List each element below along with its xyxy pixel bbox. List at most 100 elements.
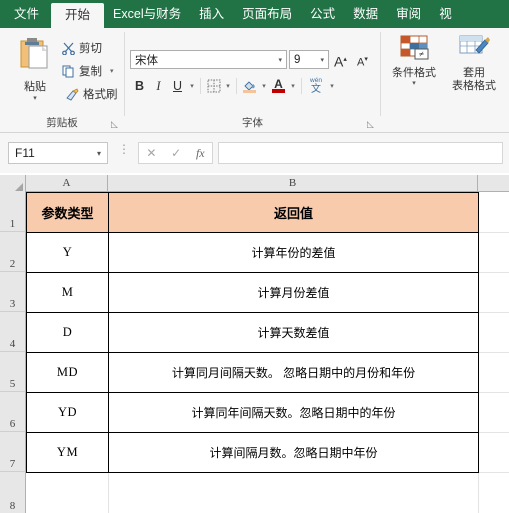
format-painter-button[interactable]: 格式刷 bbox=[66, 86, 118, 102]
ribbon-tabbar: 文件 开始 Excel与财务 插入 页面布局 公式 数据 审阅 视 bbox=[0, 0, 509, 28]
increase-font-size-label: A bbox=[334, 53, 344, 70]
underline-caret[interactable]: ▾ bbox=[187, 82, 197, 90]
conditional-formatting-icon: ≠ bbox=[400, 35, 429, 60]
ribbon-body: 粘贴 ▾ 剪切 复制 ▾ 格式刷 剪贴板 ◺ 宋体 ▾ 9 ▾ A▴ A▾ B … bbox=[0, 28, 509, 133]
format-separator-3 bbox=[301, 78, 302, 94]
phonetic-caret[interactable]: ▾ bbox=[327, 82, 337, 90]
column-header-a[interactable]: A bbox=[26, 175, 108, 192]
formula-bar-handle[interactable]: ⋮ bbox=[118, 143, 130, 155]
row-header-2[interactable]: 2 bbox=[0, 232, 26, 272]
clipboard-group-label: 剪贴板 bbox=[46, 117, 78, 129]
insert-function-icon[interactable]: fx bbox=[196, 146, 205, 161]
tab-insert[interactable]: 插入 bbox=[190, 0, 233, 28]
select-all-corner[interactable] bbox=[0, 175, 26, 192]
format-as-table-button[interactable]: 套用 表格格式 bbox=[445, 34, 503, 93]
copy-label: 复制 bbox=[79, 66, 102, 78]
cell-b7[interactable]: 计算间隔月数。忽略日期中年份 bbox=[108, 432, 479, 473]
row-header-7[interactable]: 7 bbox=[0, 432, 26, 472]
borders-caret[interactable]: ▾ bbox=[223, 82, 233, 90]
ribbon-group-styles: ≠ 条件格式 ▾ 套用 表格格式 bbox=[381, 28, 509, 132]
excel-window: 文件 开始 Excel与财务 插入 页面布局 公式 数据 审阅 视 粘贴 ▾ 剪… bbox=[0, 0, 509, 513]
column-header-c[interactable] bbox=[478, 175, 509, 192]
row-header-3[interactable]: 3 bbox=[0, 272, 26, 312]
font-format-row: B I U ▾ ▾ ▾ A ▾ wén 文 ▾ bbox=[130, 75, 337, 97]
cell-a1[interactable]: 参数类型 bbox=[26, 192, 109, 233]
copy-caret[interactable]: ▾ bbox=[110, 67, 114, 75]
formula-action-buttons: ✕ ✓ fx bbox=[138, 142, 213, 164]
bold-button[interactable]: B bbox=[130, 76, 149, 96]
cell-a3[interactable]: M bbox=[26, 272, 109, 313]
cell-b6[interactable]: 计算同年间隔天数。忽略日期中的年份 bbox=[108, 392, 479, 433]
row-header-5[interactable]: 5 bbox=[0, 352, 26, 392]
paste-caret[interactable]: ▾ bbox=[12, 95, 58, 102]
fill-color-caret[interactable]: ▾ bbox=[259, 82, 269, 90]
paintbrush-icon bbox=[66, 87, 79, 101]
cell-a8[interactable] bbox=[26, 472, 108, 513]
row-header-4[interactable]: 4 bbox=[0, 312, 26, 352]
paste-icon bbox=[20, 38, 48, 69]
font-color-caret[interactable]: ▾ bbox=[288, 82, 298, 90]
tab-excel-finance[interactable]: Excel与财务 bbox=[104, 0, 190, 28]
formula-input[interactable] bbox=[218, 142, 503, 164]
tab-view[interactable]: 视 bbox=[430, 0, 461, 28]
font-color-swatch bbox=[272, 89, 285, 93]
conditional-formatting-button[interactable]: ≠ 条件格式 ▾ bbox=[385, 34, 443, 88]
paste-label: 粘贴 bbox=[24, 81, 46, 93]
tab-review[interactable]: 审阅 bbox=[387, 0, 430, 28]
format-as-table-label-2: 表格格式 bbox=[452, 80, 496, 92]
ribbon-group-clipboard: 粘贴 ▾ 剪切 复制 ▾ 格式刷 剪贴板 ◺ bbox=[0, 28, 124, 132]
cut-button[interactable]: 剪切 bbox=[62, 40, 102, 56]
borders-icon bbox=[207, 79, 220, 93]
cell-a4[interactable]: D bbox=[26, 312, 109, 353]
cell-a5[interactable]: MD bbox=[26, 352, 109, 393]
clipboard-dialog-launcher[interactable]: ◺ bbox=[111, 120, 120, 129]
tab-file[interactable]: 文件 bbox=[0, 0, 51, 28]
font-size-value: 9 bbox=[294, 53, 301, 66]
underline-button[interactable]: U bbox=[168, 76, 187, 96]
borders-button[interactable] bbox=[204, 76, 223, 96]
cell-b3[interactable]: 计算月份差值 bbox=[108, 272, 479, 313]
copy-icon bbox=[62, 65, 74, 77]
svg-text:≠: ≠ bbox=[419, 49, 424, 59]
cell-b8[interactable] bbox=[108, 472, 478, 513]
conditional-formatting-caret[interactable]: ▾ bbox=[385, 80, 443, 88]
fill-color-swatch bbox=[243, 89, 256, 93]
font-dialog-launcher[interactable]: ◺ bbox=[367, 120, 376, 129]
column-header-b[interactable]: B bbox=[108, 175, 478, 192]
increase-font-size-button[interactable]: A▴ bbox=[334, 50, 347, 72]
row-header-1[interactable]: 1 bbox=[0, 192, 26, 232]
tab-home[interactable]: 开始 bbox=[51, 3, 105, 28]
copy-button[interactable]: 复制 ▾ bbox=[62, 63, 114, 79]
font-name-input[interactable]: 宋体 ▾ bbox=[130, 50, 287, 69]
name-box[interactable]: F11 ▾ bbox=[8, 142, 108, 164]
decrease-font-size-button[interactable]: A▾ bbox=[357, 50, 368, 73]
cell-b1[interactable]: 返回值 bbox=[108, 192, 479, 233]
tab-formulas[interactable]: 公式 bbox=[301, 0, 344, 28]
font-size-input[interactable]: 9 ▾ bbox=[289, 50, 329, 69]
phonetic-guide-button[interactable]: wén 文 bbox=[305, 76, 327, 96]
cell-a6[interactable]: YD bbox=[26, 392, 109, 433]
cell-a2[interactable]: Y bbox=[26, 232, 109, 273]
fill-color-button[interactable] bbox=[240, 76, 259, 96]
format-separator-1 bbox=[200, 78, 201, 94]
font-color-button[interactable]: A bbox=[269, 76, 288, 96]
cell-b2[interactable]: 计算年份的差值 bbox=[108, 232, 479, 273]
cell-a7[interactable]: YM bbox=[26, 432, 109, 473]
cancel-formula-icon[interactable]: ✕ bbox=[146, 146, 156, 160]
paste-button[interactable]: 粘贴 ▾ bbox=[12, 36, 58, 102]
italic-button[interactable]: I bbox=[149, 76, 168, 96]
tab-page-layout[interactable]: 页面布局 bbox=[233, 0, 301, 28]
cell-b4[interactable]: 计算天数差值 bbox=[108, 312, 479, 353]
row-header-8[interactable]: 8 bbox=[0, 472, 26, 513]
name-box-caret[interactable]: ▾ bbox=[97, 149, 101, 158]
confirm-formula-icon[interactable]: ✓ bbox=[171, 146, 181, 160]
font-name-caret[interactable]: ▾ bbox=[278, 56, 282, 64]
format-as-table-label-1: 套用 bbox=[463, 67, 485, 79]
cell-b5[interactable]: 计算同月间隔天数。 忽略日期中的月份和年份 bbox=[108, 352, 479, 393]
phonetic-top-label: wén bbox=[310, 77, 322, 84]
cut-label: 剪切 bbox=[79, 43, 102, 55]
ribbon-group-font: 宋体 ▾ 9 ▾ A▴ A▾ B I U ▾ ▾ ▾ A ▾ wén 文 ▾ 字… bbox=[125, 28, 380, 132]
font-size-caret[interactable]: ▾ bbox=[320, 56, 324, 64]
tab-data[interactable]: 数据 bbox=[344, 0, 387, 28]
row-header-6[interactable]: 6 bbox=[0, 392, 26, 432]
